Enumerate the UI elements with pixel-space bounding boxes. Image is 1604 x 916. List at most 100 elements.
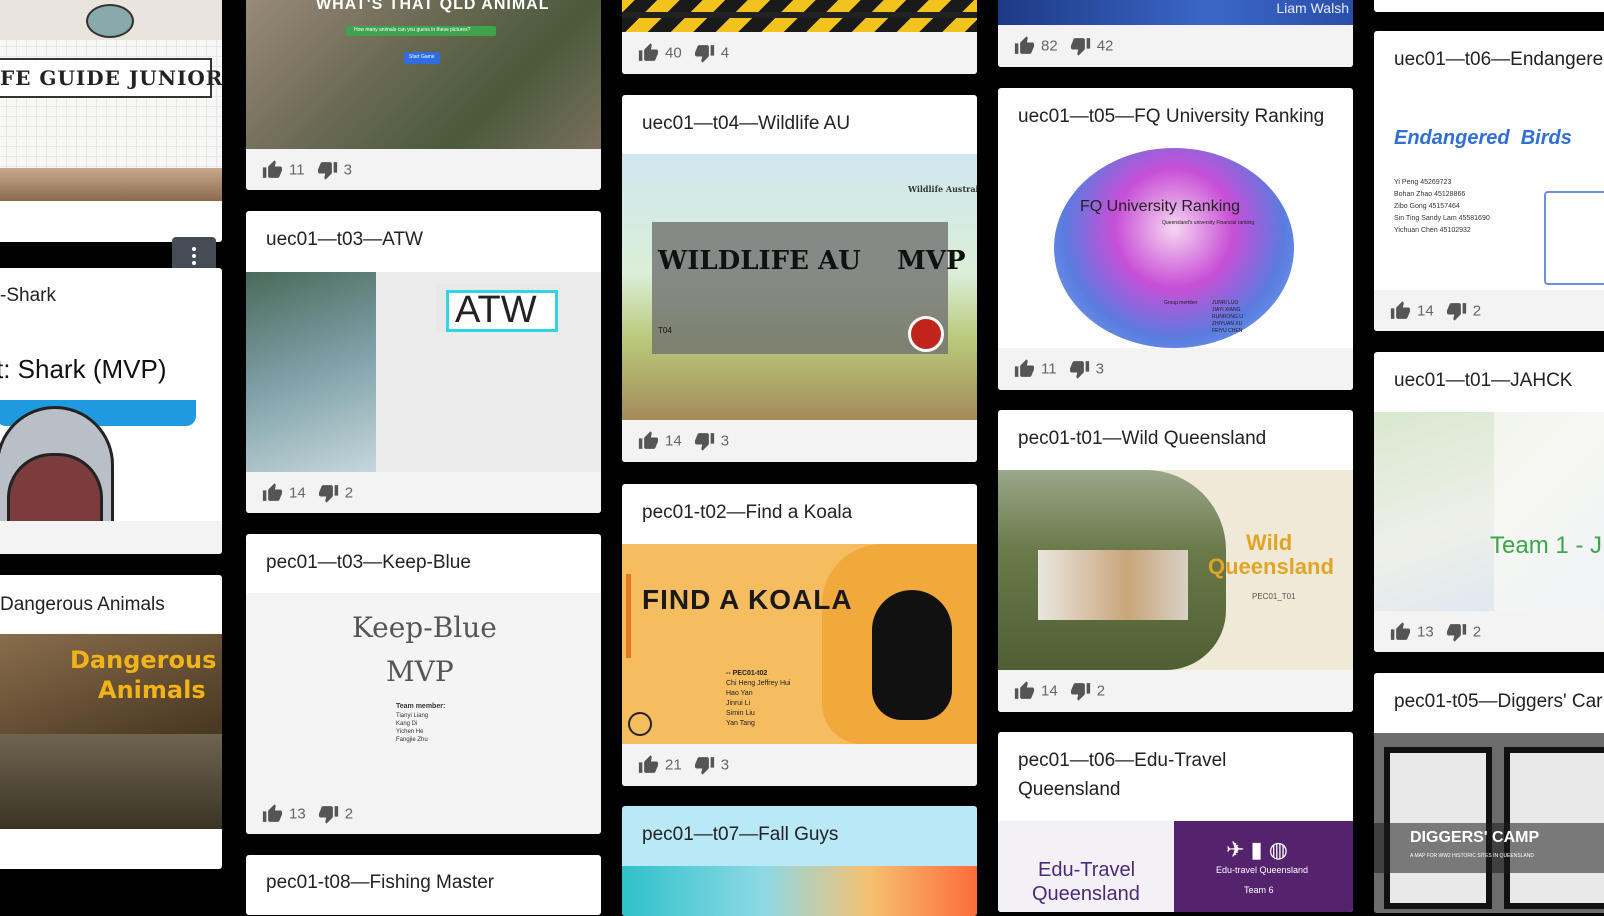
project-thumbnail[interactable]: Keep-Blue MVP Team member: Tianyi Liang … <box>246 593 601 793</box>
project-thumbnail[interactable]: DIGGERS' CAMP A MAP FOR WW2 HISTORIC SIT… <box>1374 733 1604 913</box>
card-title[interactable]: pec01-t01—Wild Queensland <box>1018 424 1341 453</box>
project-card[interactable]: pec01—t06—Edu-Travel Queensland Edu-Trav… <box>998 732 1353 912</box>
like-button[interactable]: 13 2 <box>262 803 353 824</box>
project-card[interactable]: uec01—t04—Wildlife AU Wildlife Australia… <box>622 95 977 462</box>
project-card[interactable]: Liam Walsh 82 42 <box>998 0 1353 67</box>
project-card[interactable]: pec01—t03—Keep-Blue Keep-Blue MVP Team m… <box>246 534 601 834</box>
project-card[interactable]: pec01-t08—Fishing Master <box>246 855 601 915</box>
card-title[interactable]: pec01—t06—Edu-Travel <box>1018 746 1341 775</box>
start-game-button: Start Game <box>404 52 440 64</box>
like-button[interactable]: 14 2 <box>1014 681 1105 702</box>
thumbs-down-icon <box>694 433 714 451</box>
like-button[interactable]: 13 2 <box>1390 621 1481 642</box>
card-title[interactable]: uec01—t06—Endangered <box>1394 45 1604 74</box>
project-card[interactable] <box>1374 0 1604 12</box>
thumbnail-heading: Queensland <box>1208 554 1334 579</box>
project-card[interactable]: pec01—t07—Fall Guys <box>622 806 977 916</box>
thumbs-up-icon <box>1390 300 1411 319</box>
card-title[interactable]: -Shark <box>0 281 210 310</box>
thumbnail-subtitle: How many animals can you guess in these … <box>354 27 471 33</box>
project-thumbnail[interactable]: Edu-Travel Queensland ✈ ▮ ◍ Edu-travel Q… <box>998 821 1353 912</box>
like-count: 13 <box>1417 623 1434 640</box>
project-card[interactable]: uec01—t05—FQ University Ranking FQ Unive… <box>998 88 1353 390</box>
card-footer <box>0 521 222 554</box>
dislike-count: 2 <box>1472 623 1482 640</box>
record-icon <box>908 316 944 352</box>
project-card[interactable]: FE GUIDE JUNIOR <box>0 0 222 242</box>
project-card[interactable]: pec01-t01—Wild Queensland Wild Queenslan… <box>998 410 1353 712</box>
card-title[interactable]: Dangerous Animals <box>0 590 210 619</box>
card-title[interactable]: uec01—t05—FQ University Ranking <box>1018 102 1341 131</box>
thumbnail-brand: Wildlife Australia <box>908 184 977 194</box>
project-thumbnail[interactable]: FE GUIDE JUNIOR <box>0 0 222 201</box>
card-title[interactable]: pec01-t02—Find a Koala <box>642 498 965 527</box>
thumbnail-author: Liam Walsh <box>1276 0 1349 16</box>
thumbs-down-icon <box>317 161 337 180</box>
travel-icons: ✈ ▮ ◍ <box>1226 837 1288 862</box>
project-card[interactable]: WHAT'S THAT QLD ANIMAL How many animals … <box>246 0 601 190</box>
project-thumbnail[interactable]: FIND A KOALA -- PEC01-t02 Chi Heng Jeffr… <box>622 544 977 744</box>
thumbnail-caption: t: Shark (MVP) <box>0 354 167 384</box>
goats-graphic <box>1038 550 1188 620</box>
card-title[interactable]: uec01—t01—JAHCK <box>1394 366 1602 395</box>
project-card[interactable]: uec01—t01—JAHCK Team 1 - J 13 2 <box>1374 352 1604 652</box>
card-title[interactable]: pec01-t08—Fishing Master <box>266 868 589 897</box>
project-thumbnail[interactable]: Wild Queensland PEC01_T01 <box>998 470 1353 670</box>
project-card[interactable]: uec01—t06—Endangered Endangered Birds Yi… <box>1374 31 1604 331</box>
like-button[interactable]: 14 2 <box>1390 300 1481 321</box>
card-title[interactable]: Queensland <box>1018 775 1341 804</box>
project-thumbnail[interactable]: Liam Walsh <box>998 0 1353 25</box>
like-button[interactable]: 11 3 <box>1014 359 1104 380</box>
project-thumbnail[interactable]: FQ University Ranking Queensland's unive… <box>998 148 1353 348</box>
project-thumbnail[interactable] <box>622 0 977 32</box>
project-thumbnail[interactable]: Dangerous Animals <box>0 634 222 829</box>
project-thumbnail[interactable]: Wildlife Australia WILDLIFE AU MVP T04 <box>622 154 977 420</box>
project-thumbnail[interactable]: ATW <box>246 272 601 472</box>
card-footer: 14 2 <box>246 472 601 513</box>
thumbnail-caption: Dangerous <box>70 646 217 674</box>
dislike-count: 4 <box>720 44 730 62</box>
dislike-count: 2 <box>1096 682 1106 700</box>
like-button[interactable]: 82 42 <box>1014 36 1113 57</box>
project-thumbnail[interactable] <box>622 866 977 916</box>
project-thumbnail[interactable]: WHAT'S THAT QLD ANIMAL How many animals … <box>246 0 601 149</box>
atw-logo: ATW <box>446 289 558 332</box>
like-count: 11 <box>289 161 305 178</box>
project-card[interactable]: pec01-t05—Diggers' Car DIGGERS' CAMP A M… <box>1374 673 1604 913</box>
like-count: 14 <box>289 484 306 501</box>
project-card[interactable]: uec01—t03—ATW ATW 14 2 <box>246 211 601 513</box>
like-count: 21 <box>665 756 682 774</box>
thumbnail-banner: WHAT'S THAT QLD ANIMAL <box>316 0 550 13</box>
like-button[interactable]: 14 2 <box>262 482 353 503</box>
card-title[interactable]: pec01—t07—Fall Guys <box>642 820 965 849</box>
dislike-count: 2 <box>344 805 354 822</box>
project-card[interactable]: -Shark t: Shark (MVP) <box>0 268 222 554</box>
thumbs-down-icon <box>694 757 714 775</box>
card-title[interactable]: pec01—t03—Keep-Blue <box>266 548 589 577</box>
like-count: 11 <box>1041 360 1057 378</box>
dislike-count: 3 <box>1095 360 1104 378</box>
project-card[interactable]: pec01-t02—Find a Koala FIND A KOALA -- P… <box>622 484 977 786</box>
card-title[interactable]: pec01-t05—Diggers' Car <box>1394 687 1604 716</box>
project-thumbnail[interactable]: Team 1 - J <box>1374 412 1604 611</box>
card-title[interactable]: uec01—t03—ATW <box>266 225 589 254</box>
dislike-count: 3 <box>720 756 730 774</box>
like-button[interactable]: 11 3 <box>262 159 352 180</box>
thumbnail-heading: Endangered Birds <box>1394 127 1572 149</box>
project-card[interactable]: Dangerous Animals Dangerous Animals <box>0 575 222 869</box>
like-button[interactable]: 21 3 <box>638 755 729 776</box>
thumbnail-banner: WILDLIFE AU MVP <box>658 246 966 276</box>
like-button[interactable]: 40 4 <box>638 43 729 64</box>
koala-icon <box>86 4 134 38</box>
like-button[interactable]: 14 3 <box>638 431 729 452</box>
card-footer: 13 2 <box>246 793 601 834</box>
like-count: 82 <box>1041 37 1058 55</box>
project-card[interactable]: 40 4 <box>622 0 977 74</box>
project-thumbnail[interactable]: t: Shark (MVP) <box>0 326 222 521</box>
dislike-count: 2 <box>344 484 354 501</box>
thumbs-up-icon <box>262 803 283 822</box>
card-title[interactable]: uec01—t04—Wildlife AU <box>642 109 965 138</box>
project-thumbnail[interactable]: Endangered Birds Yi Peng 45269723 Bohan … <box>1374 91 1604 290</box>
card-footer: 40 4 <box>622 32 977 74</box>
thumbs-up-icon <box>1014 36 1035 54</box>
